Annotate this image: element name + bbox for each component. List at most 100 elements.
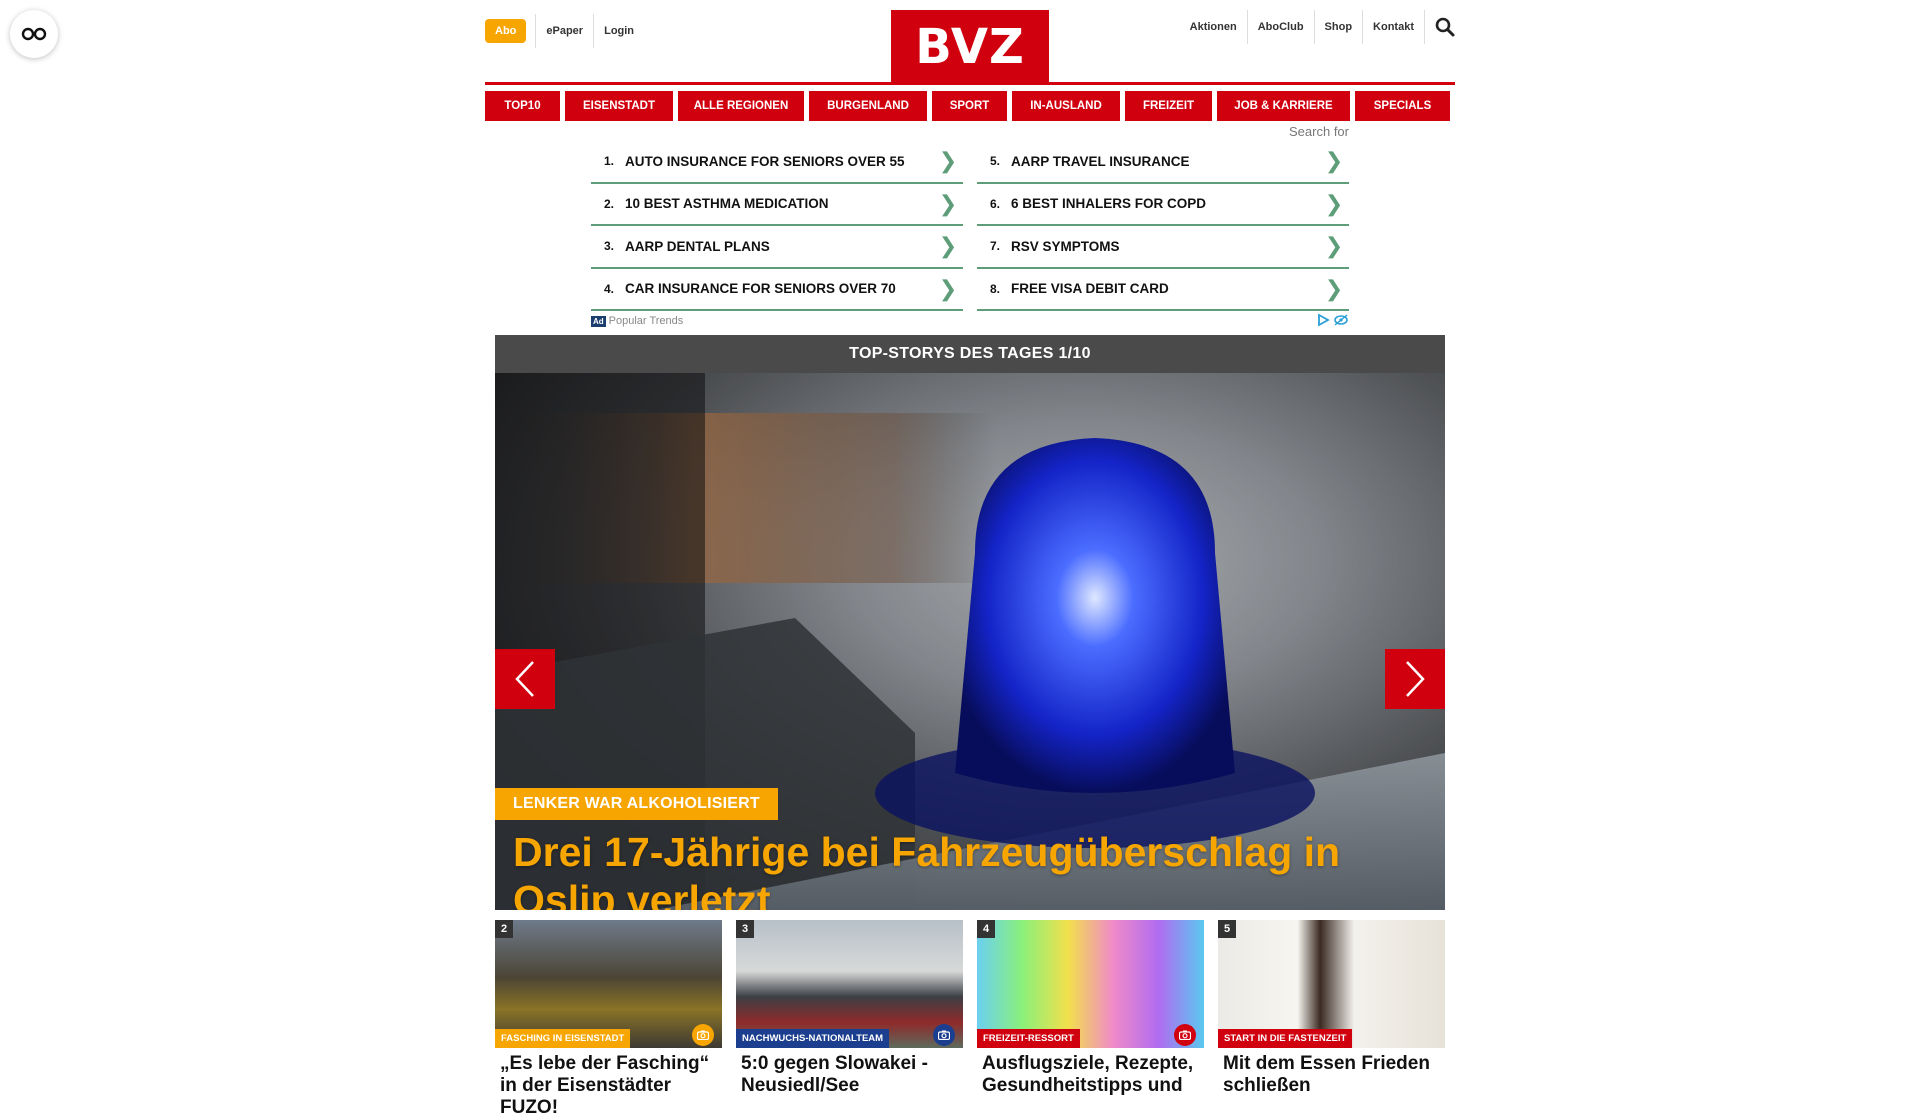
story-rank: 2: [495, 920, 513, 938]
top-stories-header: TOP-STORYS DES TAGES 1/10: [495, 335, 1445, 373]
bvz-logo[interactable]: BVZ: [891, 10, 1049, 84]
story-title[interactable]: Mit dem Essen Frieden schließen: [1218, 1048, 1445, 1097]
kontakt-link[interactable]: Kontakt: [1363, 10, 1425, 44]
nav-item-sport[interactable]: SPORT: [932, 91, 1007, 121]
ad-number: 8.: [989, 281, 1000, 296]
main-nav: TOP10 EISENSTADT ALLE REGIONEN BURGENLAN…: [485, 91, 1455, 121]
story-card[interactable]: 2 FASCHING IN EISENSTADT „Es lebe der Fa…: [495, 920, 722, 1119]
ad-number: 6.: [989, 196, 1000, 211]
ad-link-2[interactable]: 2. 10 BEST ASTHMA MEDICATION ❯: [591, 184, 963, 226]
ad-link-text: AARP DENTAL PLANS: [625, 238, 770, 254]
nav-item-in-ausland[interactable]: IN-AUSLAND: [1012, 91, 1120, 121]
nav-item-top10[interactable]: TOP10: [485, 91, 560, 121]
ad-link-5[interactable]: 5. AARP TRAVEL INSURANCE ❯: [977, 141, 1349, 184]
nav-item-freizeit[interactable]: FREIZEIT: [1125, 91, 1212, 121]
accessibility-glasses-button[interactable]: [10, 10, 58, 58]
story-image[interactable]: 2 FASCHING IN EISENSTADT: [495, 920, 722, 1048]
abo-button[interactable]: Abo: [485, 19, 527, 43]
nav-item-eisenstadt[interactable]: EISENSTADT: [565, 91, 673, 121]
chevron-right-icon: ❯: [1324, 190, 1344, 216]
nav-item-specials[interactable]: SPECIALS: [1355, 91, 1450, 121]
story-title[interactable]: „Es lebe der Fasching“ in der Eisenstädt…: [495, 1048, 722, 1119]
ad-number: 3.: [603, 239, 614, 254]
ad-search-box: Search for 1. AUTO INSURANCE FOR SENIORS …: [591, 121, 1349, 331]
ad-link-text: FREE VISA DEBIT CARD: [1011, 281, 1169, 297]
page-wrapper: Abo ePaper Login BVZ Aktionen AboClub Sh…: [485, 0, 1455, 1119]
chevron-right-icon: ❯: [1324, 275, 1344, 301]
ad-link-text: RSV SYMPTOMS: [1011, 238, 1120, 254]
ad-column-right: 5. AARP TRAVEL INSURANCE ❯ 6. 6 BEST INHALE…: [977, 141, 1349, 311]
story-tag: START IN DIE FASTENZEIT: [1218, 1029, 1353, 1048]
login-link[interactable]: Login: [593, 14, 644, 48]
ad-popular-trends: Popular Trends: [608, 315, 684, 327]
ad-link-4[interactable]: 4. CAR INSURANCE FOR SENIORS OVER 70 ❯: [591, 269, 963, 311]
chevron-right-icon: ❯: [938, 190, 958, 216]
slider-next-button[interactable]: [1385, 649, 1445, 709]
hero-image-blue-light[interactable]: LENKER WAR ALKOHOLISIERT Drei 17-Jährige…: [495, 373, 1445, 910]
glasses-icon: [21, 27, 47, 41]
ad-link-7[interactable]: 7. RSV SYMPTOMS ❯: [977, 226, 1349, 269]
story-card[interactable]: 4 FREIZEIT-RESSORT Ausflugsziele, Rezept…: [977, 920, 1204, 1119]
ad-badge: Ad: [591, 316, 606, 327]
story-title[interactable]: Ausflugsziele, Rezepte, Gesundheitstipps…: [977, 1048, 1204, 1097]
nav-item-job-karriere[interactable]: JOB & KARRIERE: [1217, 91, 1350, 121]
ad-link-1[interactable]: 1. AUTO INSURANCE FOR SENIORS OVER 55 ❯: [591, 141, 963, 184]
story-card[interactable]: 3 NACHWUCHS-NATIONALTEAM 5:0 gegen Slowa…: [736, 920, 963, 1119]
site-header: Abo ePaper Login BVZ Aktionen AboClub Sh…: [485, 0, 1455, 86]
camera-icon: [692, 1024, 714, 1046]
chevron-right-icon: ❯: [1324, 233, 1344, 259]
camera-icon: [1174, 1024, 1196, 1046]
chevron-right-icon: ❯: [938, 148, 958, 174]
ad-number: 7.: [989, 239, 1000, 254]
ad-link-text: 10 BEST ASTHMA MEDICATION: [625, 196, 829, 212]
adchoices-icon[interactable]: [1315, 312, 1349, 330]
ad-number: 5.: [989, 154, 1000, 169]
chevron-right-icon: ❯: [938, 275, 958, 301]
hero-headline[interactable]: Drei 17-Jährige bei Fahrzeugüberschlag i…: [513, 828, 1433, 910]
ad-link-text: 6 BEST INHALERS FOR COPD: [1011, 196, 1207, 212]
ad-link-6[interactable]: 6. 6 BEST INHALERS FOR COPD ❯: [977, 184, 1349, 226]
ad-link-3[interactable]: 3. AARP DENTAL PLANS ❯: [591, 226, 963, 269]
story-tag: FASCHING IN EISENSTADT: [495, 1029, 631, 1048]
story-title[interactable]: 5:0 gegen Slowakei - Neusiedl/See: [736, 1048, 963, 1097]
aktionen-link[interactable]: Aktionen: [1180, 10, 1248, 44]
story-tag: NACHWUCHS-NATIONALTEAM: [736, 1029, 890, 1048]
aboclub-link[interactable]: AboClub: [1248, 10, 1315, 44]
ad-grid: 1. AUTO INSURANCE FOR SENIORS OVER 55 ❯ 2.…: [591, 141, 1349, 311]
ad-number: 1.: [603, 154, 614, 169]
story-tag: FREIZEIT-RESSORT: [977, 1029, 1080, 1048]
search-icon[interactable]: [1425, 10, 1455, 44]
story-image[interactable]: 5 START IN DIE FASTENZEIT: [1218, 920, 1445, 1048]
slider-prev-button[interactable]: [495, 649, 555, 709]
ad-footer: Ad Popular Trends: [591, 311, 1349, 331]
ad-number: 2.: [603, 196, 614, 211]
chevron-right-icon: ❯: [938, 233, 958, 259]
ad-link-text: AARP TRAVEL INSURANCE: [1011, 153, 1190, 169]
ad-link-8[interactable]: 8. FREE VISA DEBIT CARD ❯: [977, 269, 1349, 311]
story-cards: 2 FASCHING IN EISENSTADT „Es lebe der Fa…: [495, 920, 1445, 1119]
ad-number: 4.: [603, 281, 614, 296]
chevron-right-icon: ❯: [1324, 148, 1344, 174]
header-divider: [485, 82, 1455, 85]
shop-link[interactable]: Shop: [1315, 10, 1364, 44]
ad-attribution[interactable]: Ad Popular Trends: [591, 315, 683, 327]
ad-link-text: AUTO INSURANCE FOR SENIORS OVER 55: [625, 153, 905, 169]
chevron-left-icon: [515, 661, 534, 697]
story-rank: 4: [977, 920, 995, 938]
story-rank: 5: [1218, 920, 1236, 938]
chevron-right-icon: [1406, 661, 1425, 697]
story-card[interactable]: 5 START IN DIE FASTENZEIT Mit dem Essen …: [1218, 920, 1445, 1119]
story-rank: 3: [736, 920, 754, 938]
ad-link-text: CAR INSURANCE FOR SENIORS OVER 70: [625, 281, 896, 297]
hero-kicker: LENKER WAR ALKOHOLISIERT: [495, 788, 778, 820]
story-image[interactable]: 4 FREIZEIT-RESSORT: [977, 920, 1204, 1048]
camera-icon: [933, 1024, 955, 1046]
top-stories-slider: TOP-STORYS DES TAGES 1/10 LENKER WAR ALK…: [495, 335, 1445, 910]
nav-item-alle-regionen[interactable]: ALLE REGIONEN: [678, 91, 804, 121]
utility-nav-left: Abo ePaper Login: [485, 14, 644, 48]
epaper-link[interactable]: ePaper: [535, 14, 593, 48]
story-image[interactable]: 3 NACHWUCHS-NATIONALTEAM: [736, 920, 963, 1048]
nav-item-burgenland[interactable]: BURGENLAND: [809, 91, 927, 121]
ad-search-label: Search for: [1289, 124, 1349, 139]
ad-column-left: 1. AUTO INSURANCE FOR SENIORS OVER 55 ❯ 2.…: [591, 141, 963, 311]
